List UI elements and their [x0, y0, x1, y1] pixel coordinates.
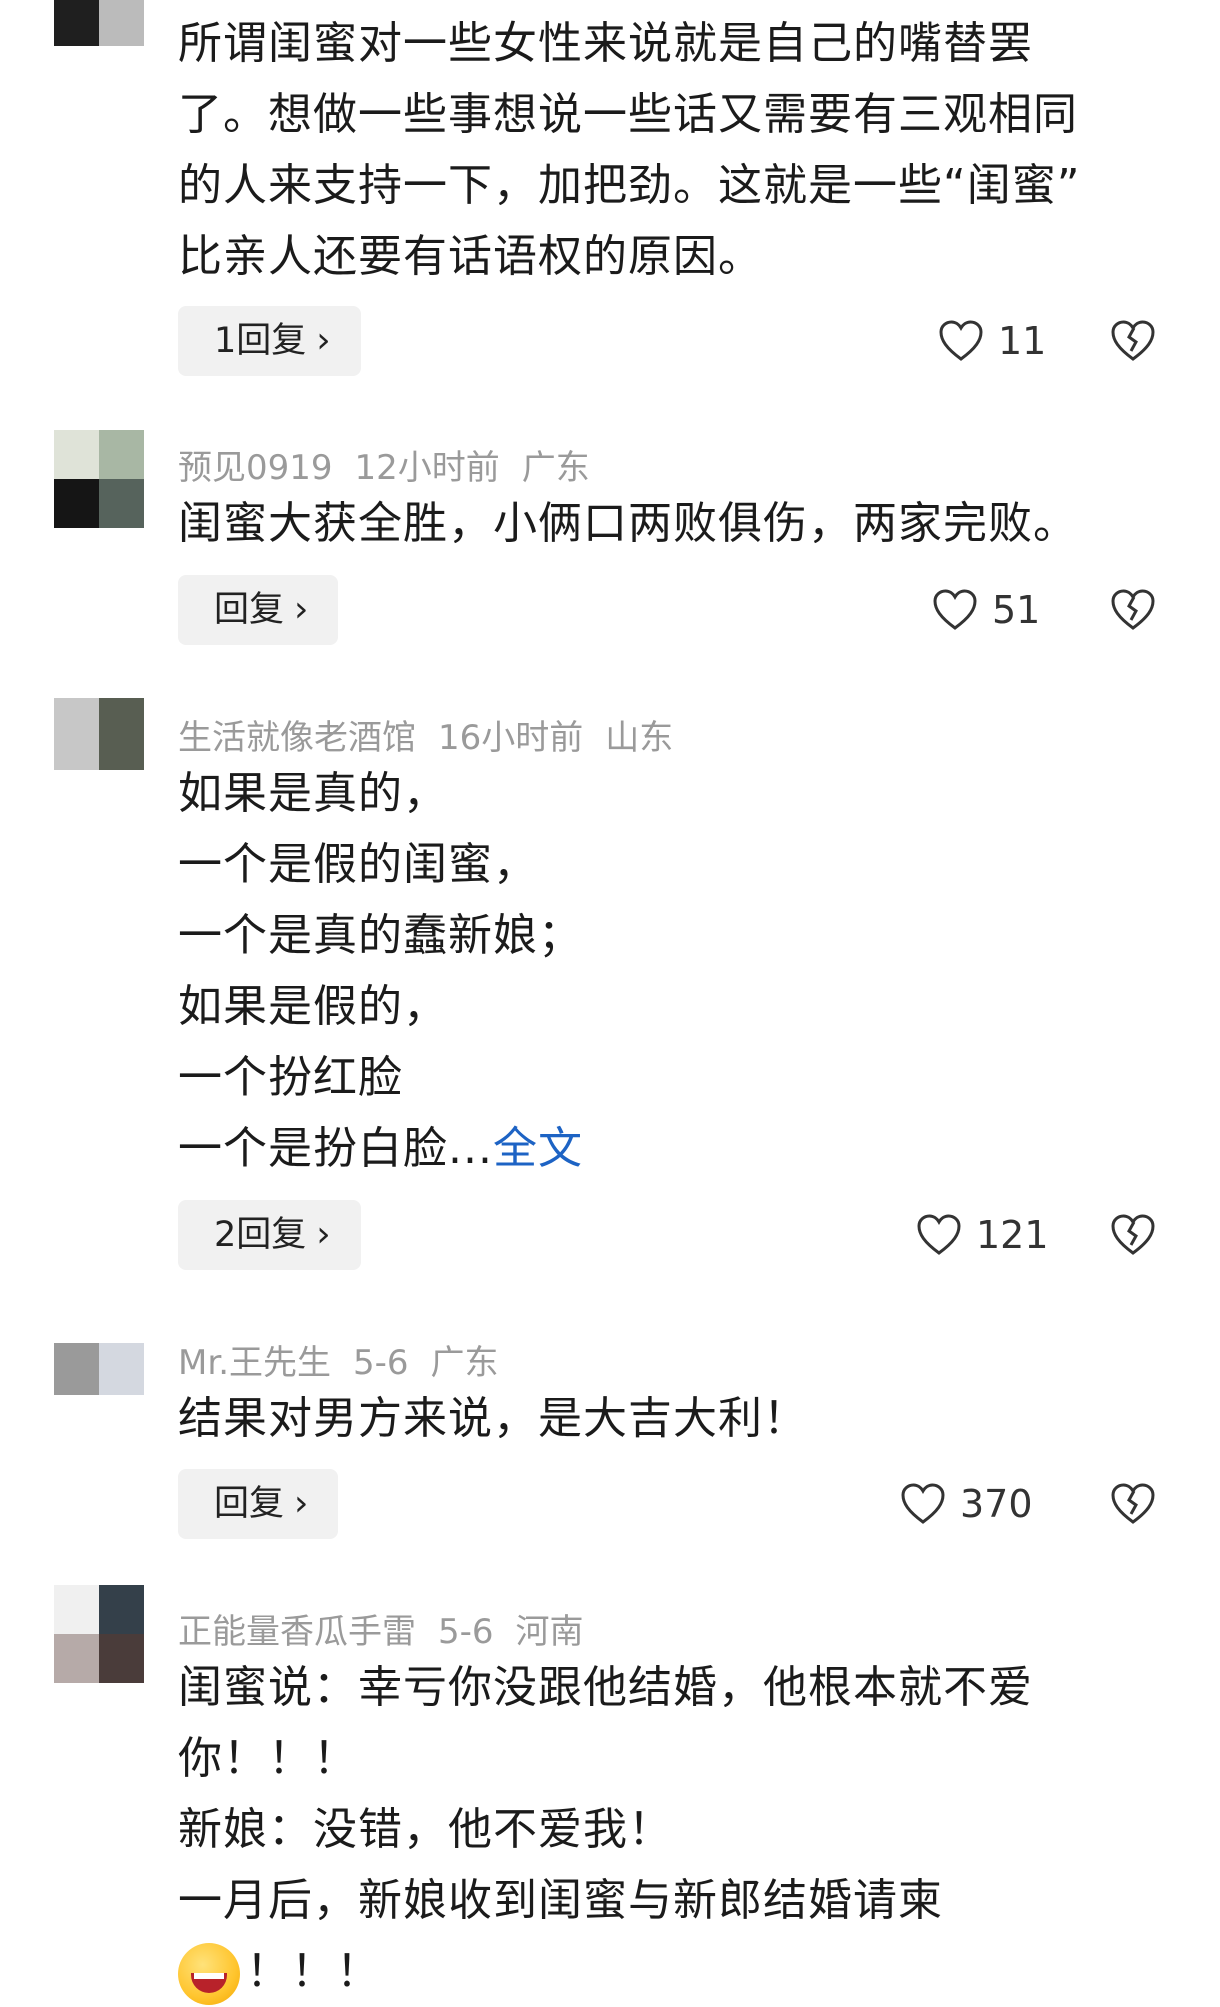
like-count: 51: [992, 588, 1041, 632]
broken-heart-icon[interactable]: [1110, 587, 1156, 633]
like-count: 11: [998, 319, 1047, 363]
avatar-tile: [54, 1634, 99, 1683]
avatar-tile: [54, 1343, 99, 1369]
comment-line: 所谓闺蜜对一些女性来说就是自己的嘴替罢: [178, 18, 1033, 69]
timestamp: 5-6: [353, 1343, 409, 1383]
avatar[interactable]: [54, 698, 144, 770]
timestamp: 16小时前: [438, 718, 584, 758]
comment-text: 如果是真的， 一个是假的闺蜜， 一个是真的蠢新娘； 如果是假的， 一个扮红脸 一…: [178, 758, 1158, 1184]
reply-button[interactable]: 回复 ›: [178, 575, 339, 645]
reply-button[interactable]: 2回复 ›: [178, 1200, 361, 1270]
heart-icon: [901, 1483, 945, 1524]
reply-button[interactable]: 1回复 ›: [178, 306, 361, 376]
location: 河南: [515, 1612, 584, 1652]
avatar-tile: [54, 1585, 99, 1634]
reply-button[interactable]: 回复 ›: [178, 1469, 339, 1539]
chevron-right-icon: ›: [316, 320, 331, 361]
comment-text: 闺蜜说：幸亏你没跟他结婚，他根本就不爱 你！！！ 新娘：没错，他不爱我！ 一月后…: [178, 1652, 1158, 2007]
like-button[interactable]: 370: [900, 1469, 1033, 1539]
like-count: 121: [976, 1213, 1049, 1257]
like-button[interactable]: 121: [916, 1200, 1049, 1270]
comment-line-text: 一个是扮白脸...: [178, 1123, 493, 1174]
chevron-right-icon: ›: [294, 589, 309, 630]
grinning-squint-emoji-icon: [178, 1943, 240, 2005]
reply-label: 1回复: [214, 321, 307, 361]
comment-line: 一个是扮白脸...全文: [178, 1113, 1158, 1184]
reply-label: 回复: [214, 590, 285, 630]
comment-line: ！！！: [178, 1936, 1158, 2007]
like-button[interactable]: 51: [932, 575, 1040, 645]
avatar[interactable]: [54, 1343, 144, 1395]
avatar-tile: [54, 0, 99, 46]
comment-line: 闺蜜大获全胜，小俩口两败俱伤，两家完败。: [178, 498, 1078, 549]
avatar-tile: [99, 1634, 144, 1683]
chevron-right-icon: ›: [294, 1483, 309, 1524]
chevron-right-icon: ›: [316, 1214, 331, 1255]
comment-text: 结果对男方来说，是大吉大利！: [178, 1383, 1158, 1454]
avatar[interactable]: [54, 430, 144, 528]
avatar-tile: [54, 1369, 99, 1395]
comment-meta: 正能量香瓜手雷 5-6 河南: [178, 1604, 606, 1653]
reply-label: 回复: [214, 1484, 285, 1524]
comment-line: 一个是假的闺蜜，: [178, 839, 538, 890]
comment-line: 一月后，新娘收到闺蜜与新郎结婚请柬: [178, 1875, 943, 1926]
avatar[interactable]: [54, 1585, 144, 1683]
comment-line: 比亲人还要有话语权的原因。: [178, 231, 763, 282]
like-button[interactable]: 11: [938, 306, 1046, 376]
heart-icon: [917, 1214, 961, 1255]
comment-line: 你！！！: [178, 1733, 358, 1784]
comment-line: 结果对男方来说，是大吉大利！: [178, 1393, 808, 1444]
avatar-tile: [54, 430, 99, 479]
location: 广东: [521, 448, 590, 488]
avatar-tile: [99, 479, 144, 528]
avatar-tile: [99, 430, 144, 479]
comment-line-text: ！！！: [246, 1946, 381, 1997]
comment-meta: Mr.王先生 5-6 广东: [178, 1335, 521, 1384]
comment-text: 所谓闺蜜对一些女性来说就是自己的嘴替罢 了。想做一些事想说一些话又需要有三观相同…: [178, 8, 1158, 292]
heart-icon: [939, 320, 983, 361]
comment-line: 的人来支持一下，加把劲。这就是一些“闺蜜”: [178, 160, 1081, 211]
broken-heart-icon[interactable]: [1110, 318, 1156, 364]
avatar-tile: [99, 0, 144, 46]
timestamp: 5-6: [438, 1612, 494, 1652]
comment-line: 新娘：没错，他不爱我！: [178, 1804, 673, 1855]
heart-icon: [933, 589, 977, 630]
avatar-tile: [99, 698, 144, 734]
expand-full-text-link[interactable]: 全文: [493, 1123, 583, 1174]
broken-heart-icon[interactable]: [1110, 1212, 1156, 1258]
like-count: 370: [960, 1482, 1033, 1526]
avatar-tile: [99, 734, 144, 770]
comment-line: 如果是真的，: [178, 768, 448, 819]
timestamp: 12小时前: [354, 448, 500, 488]
comment-line: 了。想做一些事想说一些话又需要有三观相同: [178, 89, 1078, 140]
comment-meta: 预见0919 12小时前 广东: [178, 440, 612, 489]
avatar-tile: [99, 1585, 144, 1634]
broken-heart-icon[interactable]: [1110, 1481, 1156, 1527]
comment-meta: 生活就像老酒馆 16小时前 山东: [178, 710, 695, 759]
avatar-tile: [54, 698, 99, 734]
comment-line: 一个扮红脸: [178, 1052, 403, 1103]
username[interactable]: Mr.王先生: [178, 1343, 331, 1383]
location: 山东: [605, 718, 674, 758]
comment-text: 闺蜜大获全胜，小俩口两败俱伤，两家完败。: [178, 488, 1158, 559]
avatar[interactable]: [54, 0, 144, 46]
username[interactable]: 预见0919: [178, 448, 333, 488]
comment-line: 闺蜜说：幸亏你没跟他结婚，他根本就不爱: [178, 1662, 1033, 1713]
location: 广东: [430, 1343, 499, 1383]
comment-line: 如果是假的，: [178, 981, 448, 1032]
username[interactable]: 生活就像老酒馆: [178, 718, 416, 758]
avatar-tile: [54, 734, 99, 770]
comment-line: 一个是真的蠢新娘；: [178, 910, 583, 961]
avatar-tile: [99, 1343, 144, 1369]
avatar-tile: [54, 479, 99, 528]
username[interactable]: 正能量香瓜手雷: [178, 1612, 416, 1652]
avatar-tile: [99, 1369, 144, 1395]
reply-label: 2回复: [214, 1215, 307, 1255]
